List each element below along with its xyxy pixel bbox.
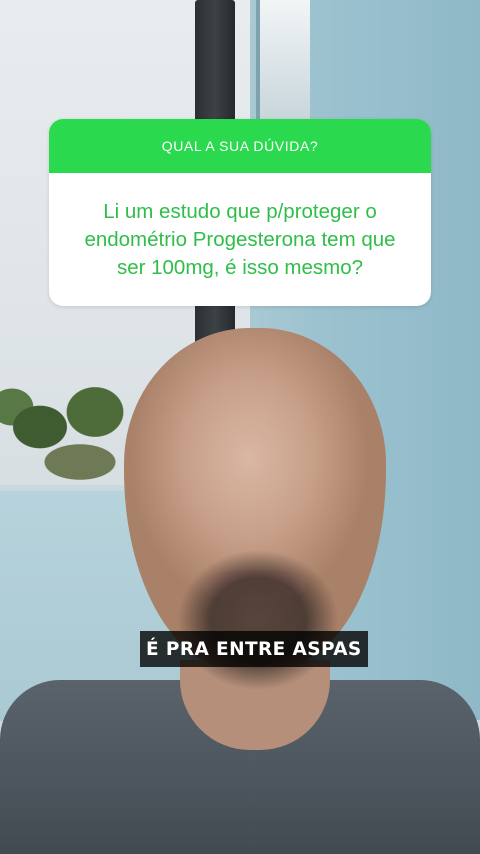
subtitle-caption: É PRA ENTRE ASPAS [140, 631, 368, 667]
window [256, 0, 310, 123]
question-sticker-title: QUAL A SUA DÚVIDA? [161, 138, 319, 154]
question-sticker-body: Li um estudo que p/proteger o endométrio… [49, 173, 431, 306]
person-beard [170, 540, 345, 700]
question-sticker-header: QUAL A SUA DÚVIDA? [49, 119, 431, 173]
question-text: Li um estudo que p/proteger o endométrio… [84, 199, 396, 279]
story-frame: QUAL A SUA DÚVIDA? Li um estudo que p/pr… [0, 0, 480, 854]
question-sticker[interactable]: QUAL A SUA DÚVIDA? Li um estudo que p/pr… [49, 119, 431, 306]
subtitle-caption-text: É PRA ENTRE ASPAS [146, 638, 362, 660]
